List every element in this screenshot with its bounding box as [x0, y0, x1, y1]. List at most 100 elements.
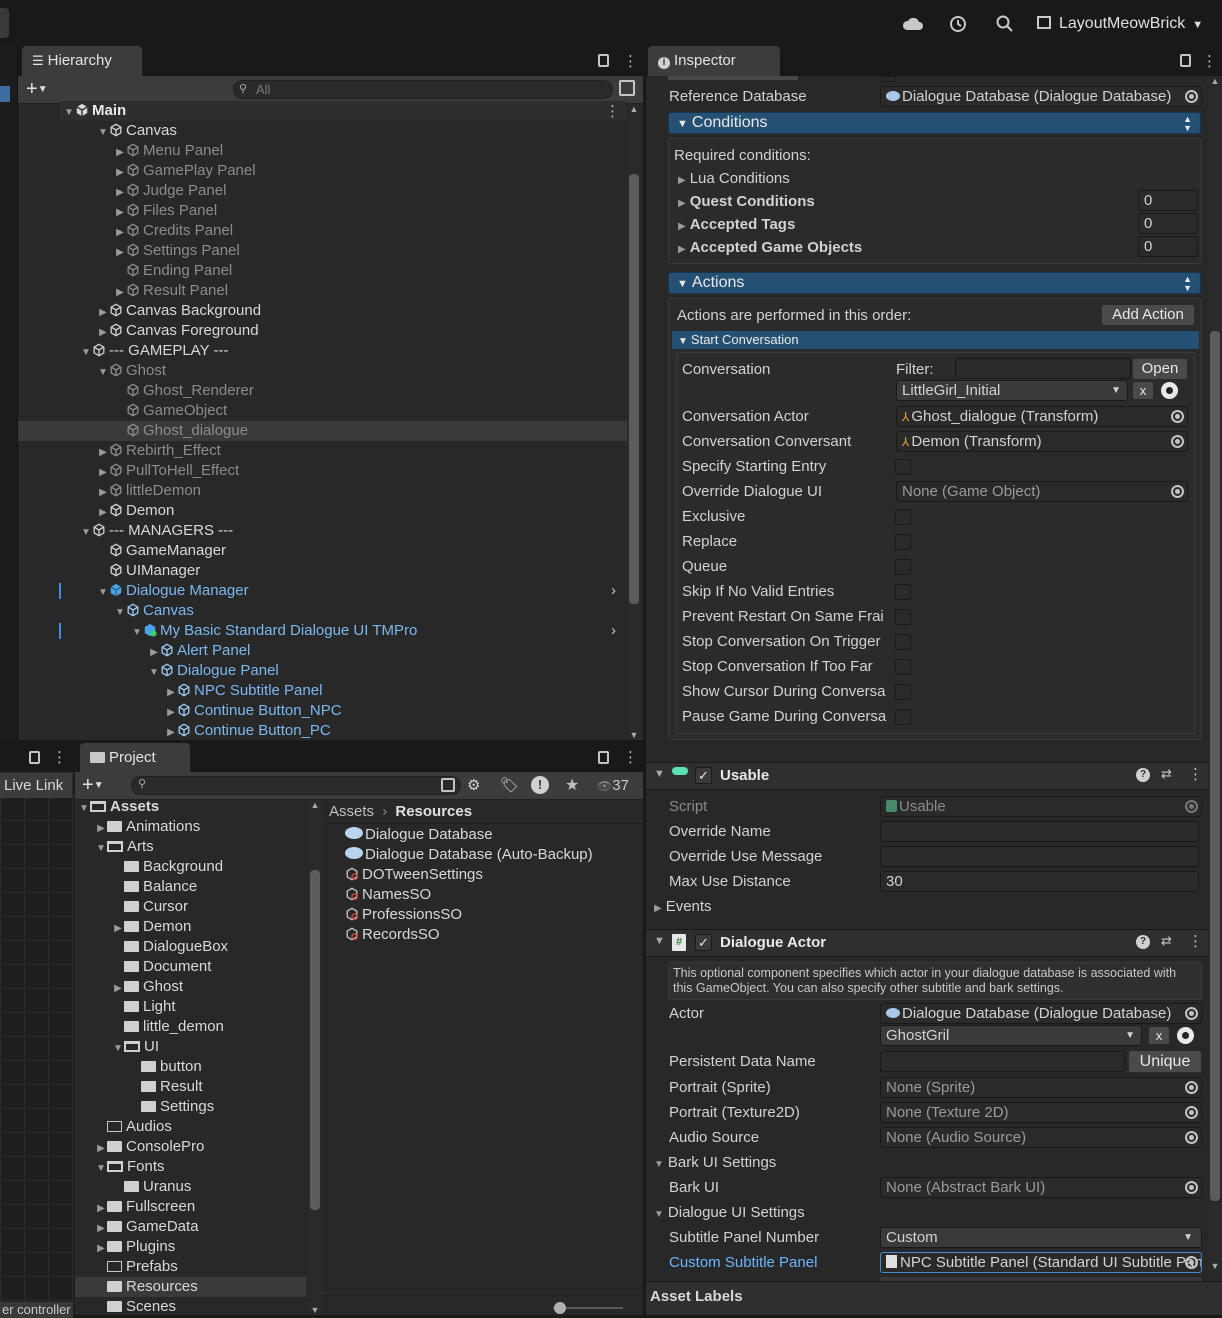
actor-object-field[interactable]: None (Audio Source)	[880, 1127, 1202, 1148]
condition-foldout[interactable]: ▶ Accepted Tags	[678, 216, 795, 233]
folder-arrow-icon[interactable]: ▶	[95, 819, 107, 839]
conversation-picker-icon[interactable]	[1161, 382, 1178, 399]
hierarchy-item[interactable]: ▶ Continue Button_NPC	[165, 701, 341, 723]
open-conversation-button[interactable]: Open	[1132, 358, 1188, 380]
hierarchy-item[interactable]: ▶ PullToHell_Effect	[97, 461, 239, 481]
persistent-data-name-input[interactable]	[880, 1051, 1125, 1072]
add-object-button[interactable]: +▼	[26, 78, 48, 101]
conversation-filter-input[interactable]	[955, 358, 1131, 379]
actor-dropdown[interactable]: GhostGril ▼	[880, 1025, 1142, 1046]
project-folder[interactable]: ▼ Assets	[78, 797, 159, 817]
project-folder[interactable]: Balance	[112, 877, 197, 897]
conversation-dropdown[interactable]: LittleGirl_Initial ▼	[896, 380, 1128, 401]
usable-kebab-icon[interactable]: ⋮	[1188, 765, 1203, 783]
inspector-scroll-down-icon[interactable]: ▼	[1208, 1261, 1222, 1271]
project-folder[interactable]: ▼ UI	[112, 1037, 159, 1057]
tree-scrollbar[interactable]: ▲ ▼	[308, 800, 322, 1315]
sc-checkbox[interactable]	[895, 559, 911, 575]
condition-count-input[interactable]: 0	[1138, 190, 1198, 211]
usable-presets-icon[interactable]: ⇄	[1161, 766, 1172, 782]
tree-scroll-down-icon[interactable]: ▼	[308, 1305, 322, 1315]
tree-scrollbar-thumb[interactable]	[310, 870, 320, 1210]
bark-ui-field[interactable]: None (Abstract Bark UI)	[880, 1177, 1202, 1198]
sc-checkbox[interactable]	[895, 584, 911, 600]
filter-by-label-icon[interactable]: 🏷	[500, 776, 519, 794]
sc-picker-icon[interactable]	[1171, 410, 1184, 423]
expand-arrow-icon[interactable]: ▼	[114, 603, 126, 623]
actor-help-icon[interactable]: ?	[1136, 935, 1150, 949]
asset-labels-bar[interactable]: Asset Labels	[646, 1281, 1222, 1315]
subtitle-panel-number-dropdown[interactable]: Custom ▼	[880, 1227, 1202, 1248]
object-picker-icon[interactable]	[1185, 90, 1198, 103]
bark-ui-settings-foldout[interactable]: ▼ Bark UI Settings	[654, 1154, 776, 1171]
hierarchy-item[interactable]: Ghost_dialogue	[114, 421, 248, 441]
scene-options-icon[interactable]: ⋮	[605, 102, 620, 120]
project-asset[interactable]: DOTweenSettings	[345, 865, 483, 885]
open-prefab-chevron-icon[interactable]: ›	[611, 621, 616, 641]
expand-arrow-icon[interactable]: ▶	[97, 303, 109, 323]
sc-checkbox[interactable]	[895, 509, 911, 525]
project-folder[interactable]: button	[129, 1057, 202, 1077]
breadcrumb-assets[interactable]: Assets	[329, 803, 374, 820]
hidden-packages-count[interactable]: 👁37	[597, 777, 629, 794]
dialogue-actor-foldout-icon[interactable]: ▼	[654, 935, 665, 947]
expand-arrow-icon[interactable]: ▶	[114, 143, 126, 163]
project-folder[interactable]: ▶ Demon	[112, 917, 191, 937]
create-asset-button[interactable]: +▼	[82, 774, 104, 797]
expand-arrow-icon[interactable]: ▼	[131, 623, 143, 643]
project-folder[interactable]: ▶ Animations	[95, 817, 200, 837]
hierarchy-item[interactable]: ▼ Dialogue Manager	[97, 581, 249, 601]
expand-arrow-icon[interactable]: ▶	[97, 503, 109, 523]
bark-ui-picker-icon[interactable]	[1185, 1181, 1198, 1194]
sc-picker-icon[interactable]	[1171, 435, 1184, 448]
project-folder[interactable]: ▼ Arts	[95, 837, 154, 857]
project-folder[interactable]: Uranus	[112, 1177, 191, 1197]
folder-arrow-icon[interactable]: ▼	[78, 799, 90, 819]
custom-panel-picker-icon[interactable]	[1185, 1256, 1198, 1269]
sc-checkbox[interactable]	[895, 534, 911, 550]
actor-presets-icon[interactable]: ⇄	[1161, 933, 1172, 949]
expand-arrow-icon[interactable]: ▶	[97, 483, 109, 503]
cloud-icon[interactable]	[902, 15, 924, 31]
clear-actor-button[interactable]: x	[1148, 1026, 1170, 1045]
inspector-kebab-icon[interactable]: ⋮	[1202, 52, 1217, 70]
actor-row-picker-icon[interactable]	[1185, 1131, 1198, 1144]
hierarchy-item[interactable]: GameManager	[97, 541, 226, 561]
hierarchy-item[interactable]: ▶ Canvas Foreground	[97, 321, 258, 343]
inspector-lock-icon[interactable]	[1180, 54, 1191, 67]
hierarchy-search-input[interactable]: ⚲ All	[233, 80, 613, 99]
expand-arrow-icon[interactable]: ▶	[148, 643, 160, 663]
tab-hierarchy[interactable]: ☰ Hierarchy	[22, 46, 142, 76]
scene-kebab-icon[interactable]: ⋮	[52, 748, 67, 766]
project-search-input[interactable]: ⚲	[131, 776, 461, 795]
actor-object-field[interactable]: None (Texture 2D)	[880, 1102, 1202, 1123]
hierarchy-item[interactable]: ▶ Demon	[97, 501, 174, 521]
expand-arrow-icon[interactable]: ▶	[97, 443, 109, 463]
live-link-button[interactable]: Live Link	[0, 773, 72, 798]
hierarchy-item[interactable]: ▶ Canvas Background	[97, 301, 261, 321]
condition-foldout[interactable]: ▶ Accepted Game Objects	[678, 239, 862, 256]
expand-arrow-icon[interactable]: ▶	[97, 323, 109, 343]
project-folder[interactable]: Result	[129, 1077, 203, 1097]
hierarchy-item[interactable]: ▼ Dialogue Panel	[148, 661, 279, 681]
sc-checkbox[interactable]	[895, 609, 911, 625]
expand-arrow-icon[interactable]: ▶	[165, 703, 177, 723]
folder-arrow-icon[interactable]: ▶	[95, 1219, 107, 1239]
project-asset[interactable]: ProfessionsSO	[345, 905, 462, 925]
usable-help-icon[interactable]: ?	[1136, 768, 1150, 782]
project-folder[interactable]: Resources	[95, 1277, 198, 1297]
project-folder[interactable]: ▶ Plugins	[95, 1237, 175, 1257]
expand-arrow-icon[interactable]: ▶	[114, 163, 126, 183]
hierarchy-item[interactable]: ▶ Result Panel	[114, 281, 228, 301]
hierarchy-item[interactable]: ▶ Settings Panel	[114, 241, 240, 261]
folder-arrow-icon[interactable]: ▶	[112, 979, 124, 999]
project-folder[interactable]: ▶ Fullscreen	[95, 1197, 195, 1217]
project-asset[interactable]: NamesSO	[345, 885, 431, 905]
hierarchy-item[interactable]: ▼ Canvas	[114, 601, 194, 621]
project-folder[interactable]: ▶ ConsolePro	[95, 1137, 204, 1157]
icon-size-slider-handle[interactable]	[554, 1302, 566, 1314]
condition-foldout[interactable]: ▶ Quest Conditions	[678, 193, 815, 210]
project-folder[interactable]: ▼ Fonts	[95, 1157, 164, 1177]
override-name-input[interactable]	[880, 821, 1199, 842]
hierarchy-item[interactable]: ▼ Canvas	[97, 121, 177, 141]
